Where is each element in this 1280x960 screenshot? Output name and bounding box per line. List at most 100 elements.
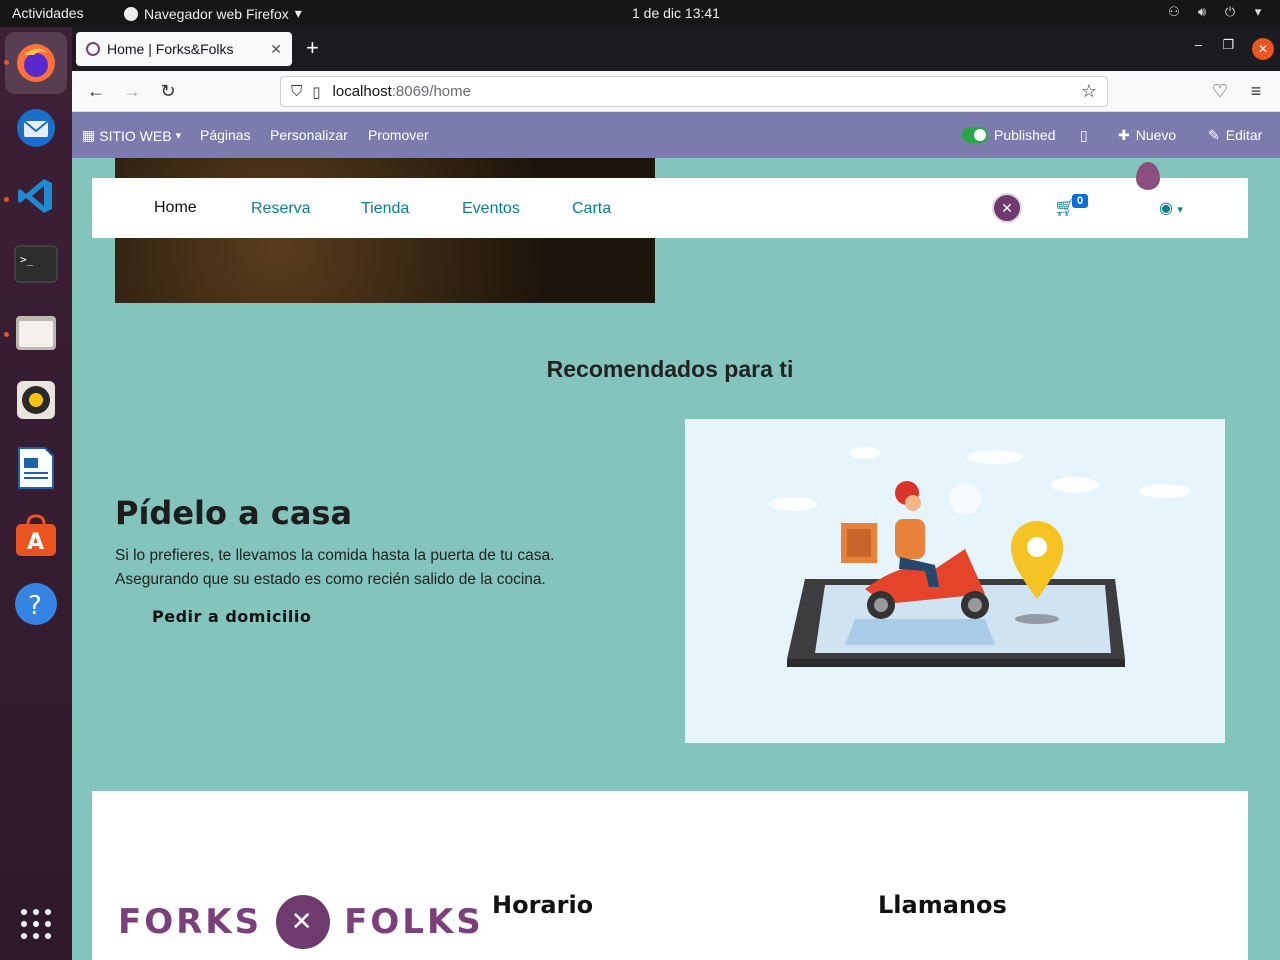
nav-reserva[interactable]: Reserva <box>251 200 311 218</box>
thunderbird-icon <box>17 109 55 147</box>
dock-terminal[interactable]: >_ <box>12 240 60 288</box>
forks-logo-icon[interactable]: ✕ <box>992 193 1022 223</box>
dock-thunderbird[interactable] <box>12 104 60 152</box>
promo-text: Si lo prefieres, te llevamos la comida h… <box>115 544 615 592</box>
page-viewport: ▦ SITIO WEB ▾ Páginas Personalizar Promo… <box>72 112 1280 960</box>
forward-button[interactable]: → <box>120 79 144 103</box>
rhythmbox-icon <box>17 381 55 419</box>
dock-firefox[interactable] <box>5 32 67 94</box>
dock-vscode[interactable] <box>12 172 60 220</box>
minimize-button[interactable]: – <box>1195 37 1202 52</box>
browser-window: Home | Forks&Folks ✕ + – ❐ ✕ ← → ↻ ⛉ ▯ l… <box>72 27 1280 960</box>
fork-knife-icon: ✕ <box>276 895 331 949</box>
pocket-icon[interactable]: ♡ <box>1208 79 1232 103</box>
odoo-favicon-icon <box>86 42 100 56</box>
navigation-toolbar: ← → ↻ ⛉ ▯ localhost :8069/home ☆ ♡ ≡ <box>72 71 1280 112</box>
tab-home[interactable]: Home | Forks&Folks ✕ <box>76 32 292 66</box>
order-delivery-button[interactable]: Pedir a domicilio <box>152 607 311 626</box>
promo-line-1: Si lo prefieres, te llevamos la comida h… <box>115 547 555 564</box>
chevron-down-icon: ▾ <box>1177 204 1183 216</box>
svg-text:>_: >_ <box>20 253 34 266</box>
contact-heading: Llamanos <box>878 891 1007 919</box>
dock-help[interactable]: ? <box>12 580 60 628</box>
app-menu[interactable]: Navegador web Firefox ▾ <box>124 5 302 22</box>
website-menu-label: SITIO WEB <box>99 127 172 144</box>
network-icon[interactable]: ⚇ <box>1166 4 1182 20</box>
url-bar[interactable]: ⛉ ▯ localhost :8069/home ☆ <box>280 76 1108 107</box>
published-toggle[interactable] <box>962 127 988 143</box>
nav-home[interactable]: Home <box>154 199 197 217</box>
close-window-button[interactable]: ✕ <box>1252 38 1274 60</box>
grid-icon: ▦ <box>82 127 96 143</box>
help-icon: ? <box>15 583 57 625</box>
maximize-button[interactable]: ❐ <box>1222 37 1234 53</box>
nav-eventos[interactable]: Eventos <box>462 200 520 218</box>
user-menu[interactable]: ◉ ▾ <box>1159 198 1183 218</box>
cart-count-badge: 0 <box>1072 194 1089 208</box>
back-button[interactable]: ← <box>84 79 108 103</box>
firefox-icon <box>124 6 138 21</box>
user-avatar-icon: ◉ <box>1159 200 1173 217</box>
app-grid-icon <box>21 909 51 939</box>
terminal-icon: >_ <box>14 245 58 283</box>
chevron-down-icon: ▾ <box>294 5 302 21</box>
edit-button[interactable]: ✎ Editar <box>1208 127 1262 144</box>
shield-icon[interactable]: ⛉ <box>291 83 302 100</box>
chevron-down-icon: ▾ <box>175 130 182 142</box>
delivery-scooter-image <box>769 447 1191 667</box>
close-tab-icon[interactable]: ✕ <box>270 41 282 58</box>
site-footer: FORKS ✕ FOLKS Horario Llamanos <box>92 791 1248 960</box>
nav-carta[interactable]: Carta <box>572 200 611 218</box>
promo-title: Pídelo a casa <box>115 494 353 532</box>
site-navbar: Home Reserva Tienda Eventos Carta ✕ 🛒︎ 0… <box>92 178 1248 238</box>
bookmark-star-icon[interactable]: ☆ <box>1081 81 1097 102</box>
dock-writer[interactable] <box>12 444 60 492</box>
pages-menu[interactable]: Páginas <box>200 127 251 143</box>
svg-text:A: A <box>27 530 44 555</box>
menu-icon[interactable]: ≡ <box>1244 79 1268 103</box>
vscode-icon <box>18 179 52 213</box>
customize-menu[interactable]: Personalizar <box>270 127 348 143</box>
clock[interactable]: 1 de dic 13:41 <box>632 5 720 21</box>
dock-files[interactable] <box>12 308 60 356</box>
system-top-bar: Actividades Navegador web Firefox ▾ 1 de… <box>0 0 1280 27</box>
show-apps-button[interactable] <box>12 900 60 948</box>
odoo-website-bar: ▦ SITIO WEB ▾ Páginas Personalizar Promo… <box>72 112 1280 158</box>
mobile-preview-icon[interactable]: ▯ <box>1080 127 1088 144</box>
schedule-heading: Horario <box>492 891 594 919</box>
power-icon[interactable]: ⏻ <box>1222 4 1238 20</box>
tab-title: Home | Forks&Folks <box>107 41 234 57</box>
new-tab-button[interactable]: + <box>306 35 319 61</box>
plus-icon: ✚ <box>1118 127 1130 143</box>
software-store-icon: A <box>16 514 56 556</box>
running-indicator <box>4 60 9 65</box>
website-menu[interactable]: ▦ SITIO WEB ▾ <box>82 127 181 144</box>
pencil-icon: ✎ <box>1208 127 1220 143</box>
dock-software[interactable]: A <box>12 512 60 560</box>
files-icon <box>16 316 56 350</box>
dock: >_ A ? <box>0 27 72 960</box>
app-menu-label: Navegador web Firefox <box>144 5 289 22</box>
promote-menu[interactable]: Promover <box>368 127 429 143</box>
url-path: :8069/home <box>391 83 471 100</box>
new-button[interactable]: ✚ Nuevo <box>1118 127 1176 144</box>
forks-folks-logo: FORKS ✕ FOLKS <box>118 895 484 949</box>
tab-bar: Home | Forks&Folks ✕ + – ❐ ✕ <box>72 27 1280 71</box>
drop-marker <box>1136 162 1160 190</box>
chevron-down-icon[interactable]: ▾ <box>1250 4 1266 20</box>
new-button-label: Nuevo <box>1135 127 1177 143</box>
running-indicator <box>4 332 9 337</box>
page-icon[interactable]: ▯ <box>312 83 320 101</box>
running-indicator <box>4 197 9 202</box>
reload-button[interactable]: ↻ <box>156 79 180 103</box>
system-tray[interactable]: ⚇ 🔊︎ ⏻ ▾ <box>1166 4 1266 20</box>
activities-button[interactable]: Actividades <box>12 5 84 21</box>
logo-text-right: FOLKS <box>344 902 484 942</box>
svg-text:?: ? <box>28 591 42 621</box>
writer-icon <box>18 447 54 489</box>
section-title: Recomendados para ti <box>546 356 794 382</box>
volume-icon[interactable]: 🔊︎ <box>1194 4 1210 20</box>
edit-button-label: Editar <box>1225 127 1263 143</box>
nav-tienda[interactable]: Tienda <box>361 200 409 218</box>
dock-rhythmbox[interactable] <box>12 376 60 424</box>
